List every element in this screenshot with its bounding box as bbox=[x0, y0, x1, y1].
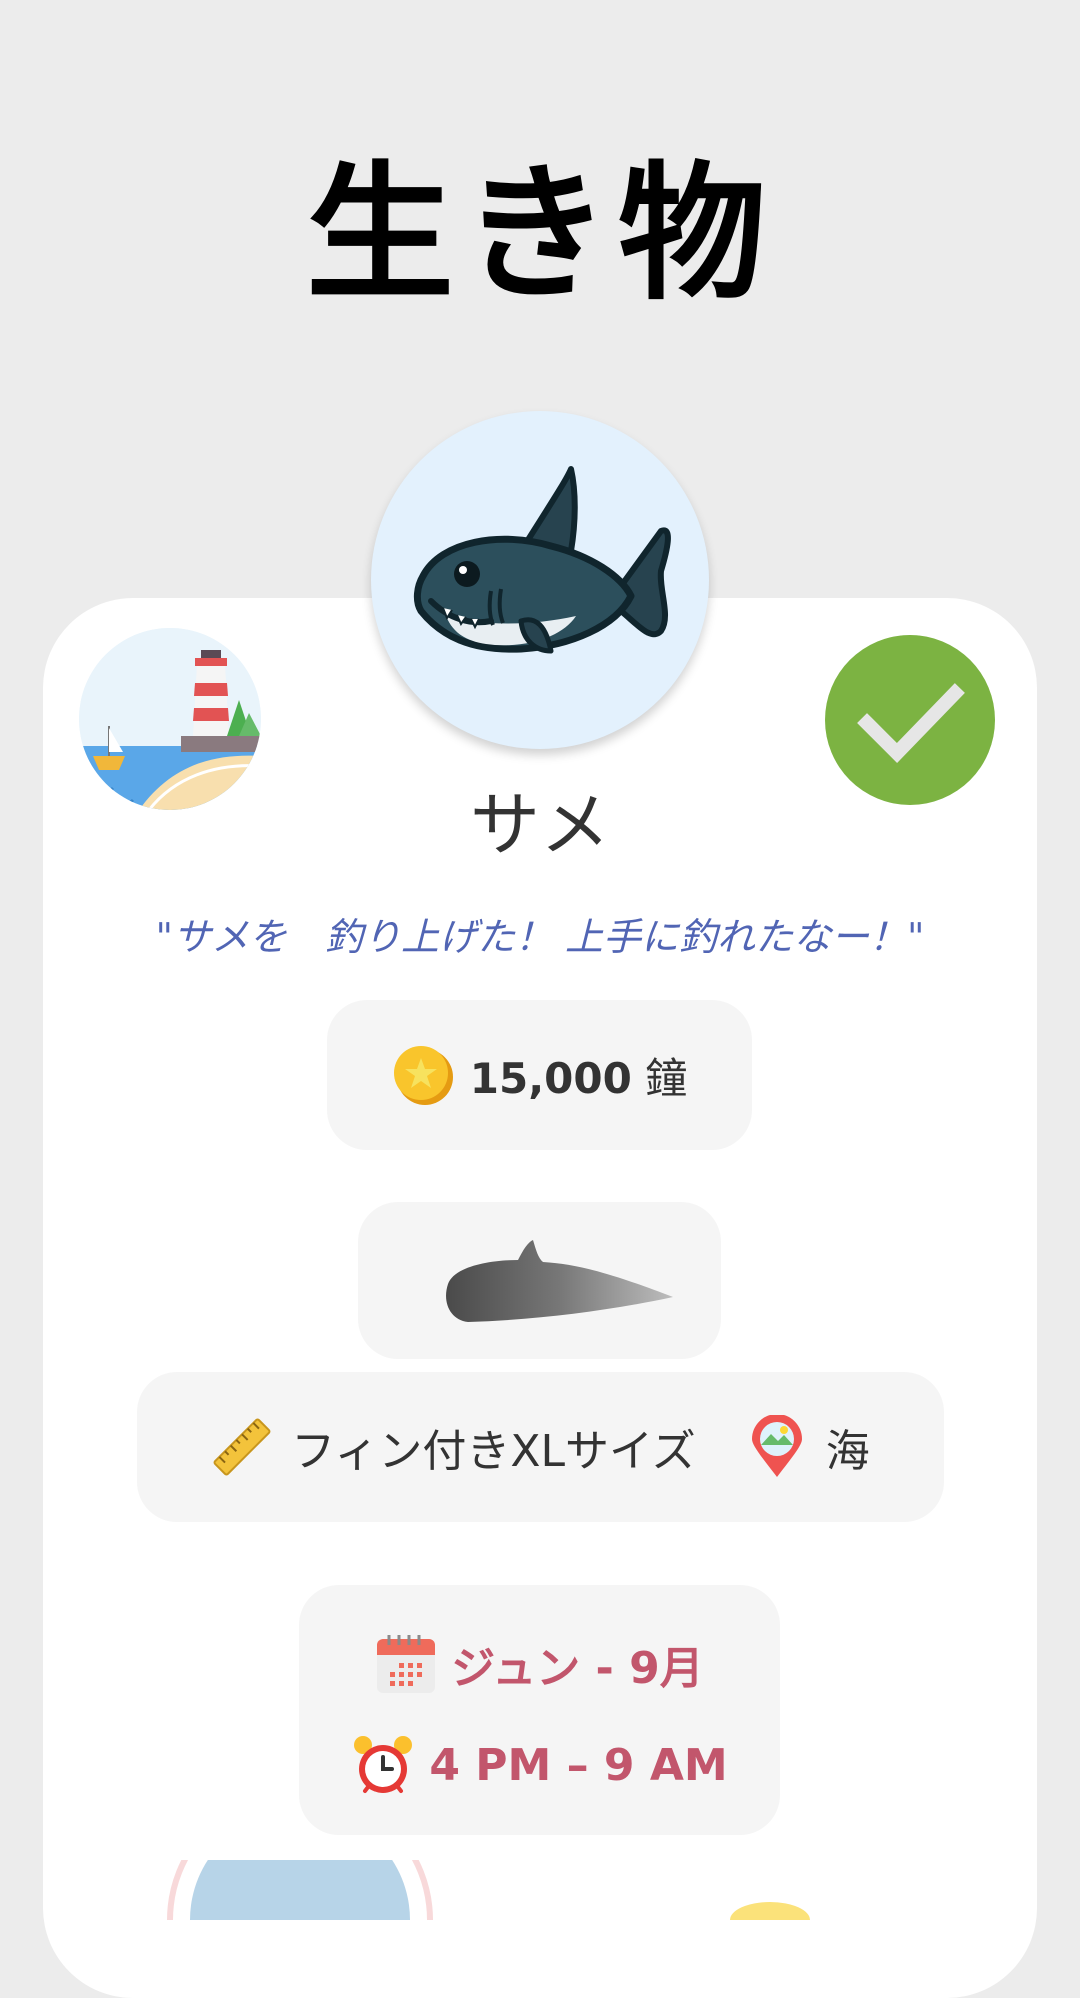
alarm-clock-icon bbox=[354, 1736, 413, 1793]
bell-coin-icon bbox=[393, 1046, 453, 1105]
price-pill: 15,000 鐘 bbox=[327, 1000, 752, 1150]
map-pin-icon bbox=[751, 1415, 802, 1477]
lighthouse-beach-icon bbox=[79, 628, 261, 810]
price-value: 15,000 bbox=[469, 1053, 632, 1103]
catch-quote: "サメを 釣り上げた！ 上手に釣れたなー！" bbox=[155, 915, 925, 959]
price-text: 15,000 鐘 bbox=[470, 1045, 687, 1106]
shark-icon bbox=[413, 466, 671, 654]
page-title: 生き物 bbox=[306, 148, 774, 320]
creature-image bbox=[371, 411, 709, 749]
fin-shadow-icon bbox=[446, 1240, 673, 1322]
calendar-icon bbox=[377, 1635, 436, 1693]
ruler-icon bbox=[213, 1418, 271, 1476]
creature-name: サメ bbox=[470, 784, 610, 866]
shadow-pill bbox=[358, 1202, 721, 1359]
time-text: 4 PM – 9 AM bbox=[429, 1739, 728, 1791]
caught-toggle-button[interactable] bbox=[825, 635, 995, 805]
info-pill: フィン付きXLサイズ 海 bbox=[137, 1372, 944, 1522]
checkmark-icon bbox=[857, 683, 965, 763]
availability-pill: ジュン - 9月 4 PM – 9 AM bbox=[299, 1585, 780, 1835]
location-text: 海 bbox=[825, 1426, 870, 1477]
price-unit: 鐘 bbox=[645, 1053, 688, 1103]
shadow-size: フィン付きXLサイズ bbox=[291, 1426, 696, 1477]
months-text: ジュン - 9月 bbox=[451, 1643, 704, 1694]
bottom-decoration bbox=[167, 1860, 810, 1920]
